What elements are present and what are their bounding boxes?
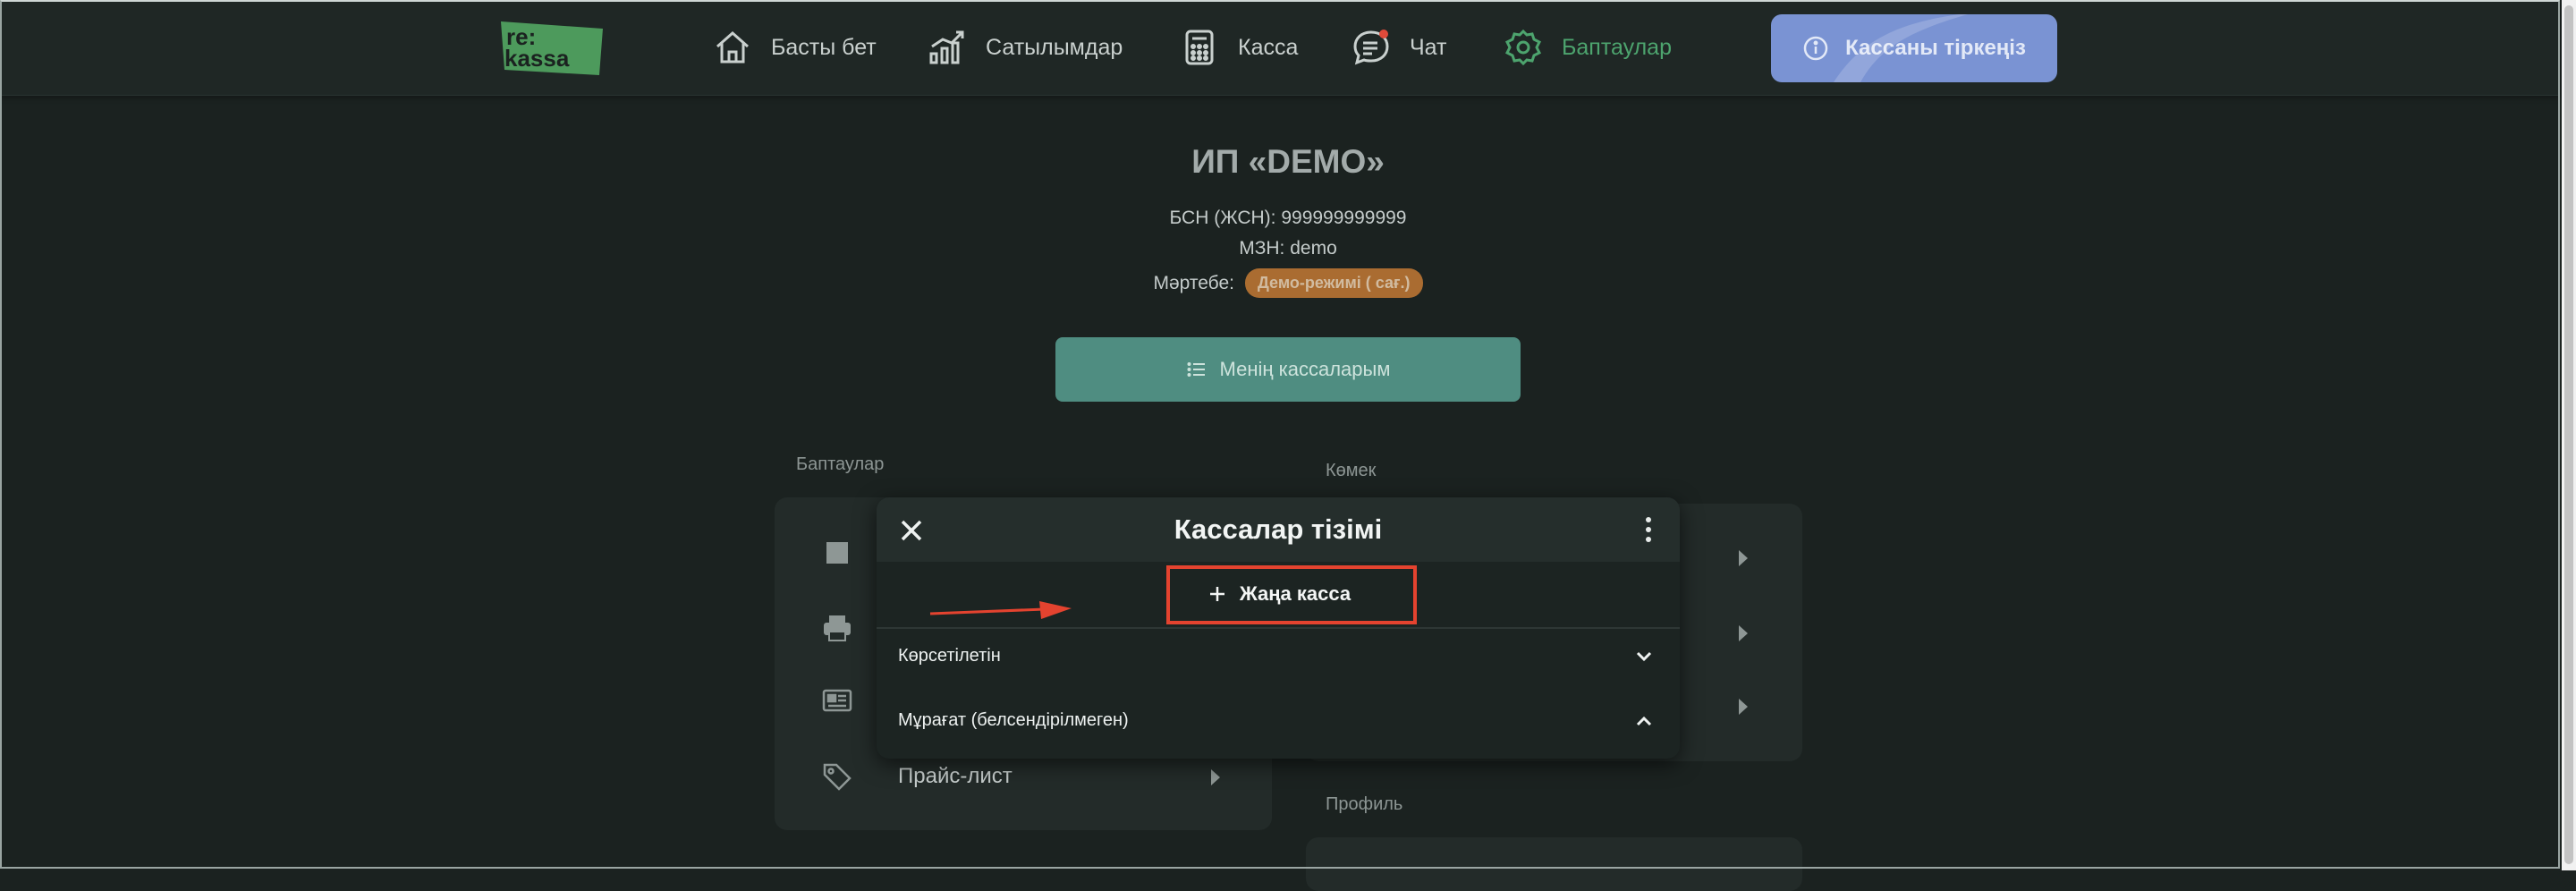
top-navigation-bar: re: kassa Басты бет Сатылымдар Касса Чат… — [0, 0, 2560, 96]
gear-icon — [1504, 29, 1542, 66]
chevron-right-icon[interactable] — [1739, 550, 1748, 566]
help-section-label: Көмек — [1326, 461, 1377, 480]
status-row: Мәртебе: Демо-режимі ( сағ.) — [1020, 268, 1556, 298]
nav-chat[interactable]: Чат — [1351, 25, 1446, 70]
company-mzn: МЗН: demo — [1239, 238, 1337, 259]
archive-kassas-label: Мұрағат (белсендірілмеген) — [898, 710, 1129, 730]
highlight-box — [1166, 565, 1417, 624]
home-icon — [716, 30, 749, 64]
visible-kassas-accordion[interactable]: Көрсетілетін — [877, 630, 1680, 685]
more-options-icon[interactable] — [1644, 517, 1653, 544]
my-kassas-button[interactable]: Менің кассаларым — [1055, 337, 1521, 402]
nav-home[interactable]: Басты бет — [712, 25, 877, 70]
status-badge: Демо-режимі ( сағ.) — [1245, 268, 1423, 298]
chevron-down-icon — [1636, 651, 1652, 662]
chevron-right-icon[interactable] — [1739, 699, 1748, 715]
company-bin: БСН (ЖСН): 999999999999 — [1169, 208, 1407, 228]
dialog-title: Кассалар тізімі — [1174, 513, 1383, 545]
logo-text-kassa: kassa — [504, 45, 570, 72]
dialog-divider — [877, 627, 1680, 629]
company-title: ИП «DEMO» — [1191, 143, 1385, 180]
scrollbar-thumb[interactable] — [2564, 5, 2573, 864]
chevron-up-icon — [1636, 716, 1652, 726]
status-label: Мәртебе: — [1153, 272, 1234, 293]
receipt-display-icon[interactable] — [821, 685, 853, 717]
profile-card — [1306, 837, 1802, 891]
rekassa-logo[interactable]: re: kassa — [497, 20, 606, 77]
tag-icon[interactable] — [821, 760, 853, 793]
decorative-wave — [1834, 14, 1968, 82]
register-kassa-button[interactable]: Кассаны тіркеңіз — [1771, 14, 2057, 82]
nav-chat-label: Чат — [1410, 34, 1447, 60]
printer-icon[interactable] — [821, 612, 853, 644]
pointer-arrow — [929, 601, 1072, 619]
visible-kassas-label: Көрсетілетін — [898, 646, 1001, 666]
price-list-label[interactable]: Прайс-лист — [898, 764, 1013, 789]
archive-kassas-accordion[interactable]: Мұрағат (белсендірілмеген) — [877, 694, 1680, 750]
list-icon — [1187, 362, 1205, 377]
kassa-list-dialog: Кассалар тізімі Жаңа касса Көрсетілетін … — [877, 497, 1680, 759]
nav-settings[interactable]: Баптаулар — [1503, 25, 1672, 70]
nav-sales-label: Сатылымдар — [986, 34, 1123, 60]
chevron-right-icon[interactable] — [1739, 625, 1748, 641]
chart-icon — [929, 30, 964, 64]
nav-sales[interactable]: Сатылымдар — [927, 25, 1123, 70]
settings-section-label: Баптаулар — [796, 454, 885, 474]
dialog-header: Кассалар тізімі — [877, 497, 1680, 562]
chevron-right-icon — [1211, 769, 1220, 785]
scrollbar[interactable] — [2562, 0, 2576, 870]
nav-settings-label: Баптаулар — [1562, 34, 1672, 60]
calculator-icon — [1185, 30, 1214, 65]
profile-section-label: Профиль — [1326, 794, 1403, 814]
square-icon — [826, 542, 848, 564]
chat-icon — [1353, 30, 1389, 65]
my-kassas-label: Менің кассаларым — [1219, 358, 1391, 380]
nav-kassa-label: Касса — [1238, 34, 1299, 60]
nav-kassa[interactable]: Касса — [1179, 25, 1298, 70]
nav-home-label: Басты бет — [771, 34, 877, 60]
